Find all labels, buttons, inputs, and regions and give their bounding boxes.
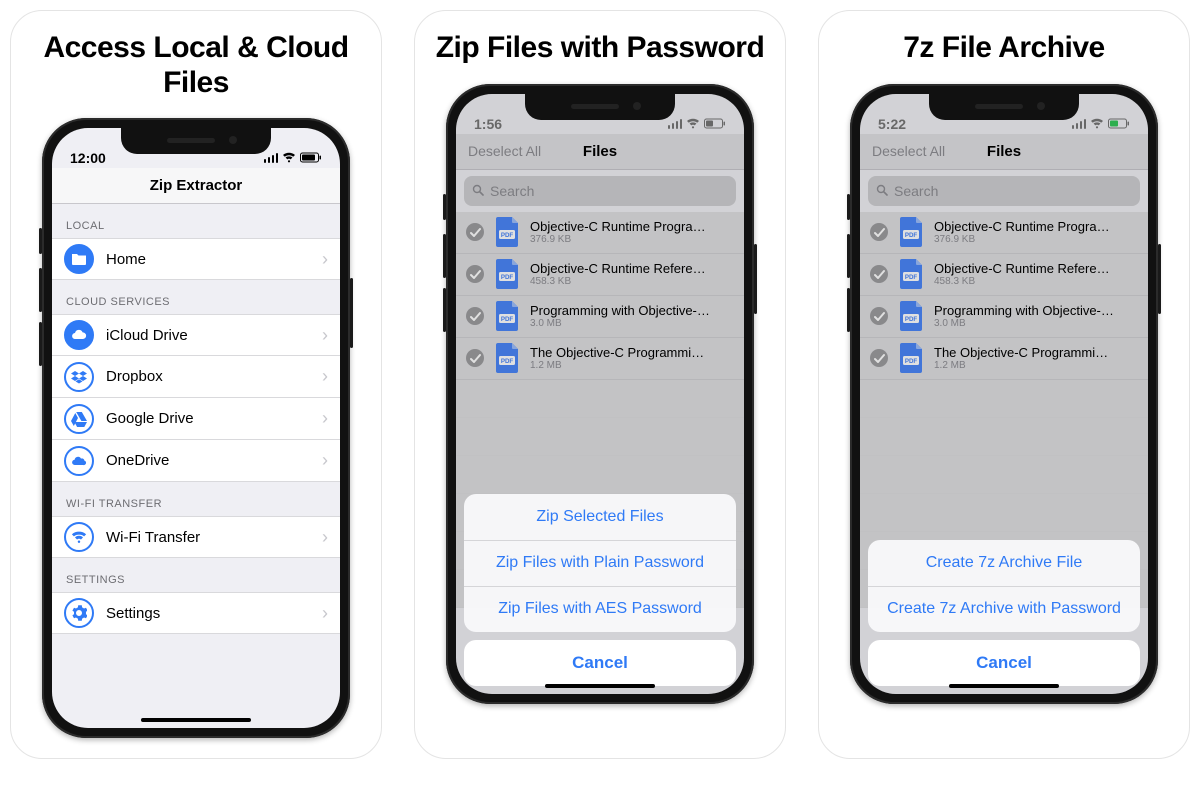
phone-frame: 1:56 Deselect All Files Search [446, 84, 754, 704]
action-sheet: Zip Selected Files Zip Files with Plain … [456, 486, 744, 694]
panel-zip-password: Zip Files with Password 1:56 Deselect Al… [414, 10, 786, 759]
row-label: iCloud Drive [106, 327, 310, 344]
battery-icon [300, 150, 322, 166]
zip-plain-password-button[interactable]: Zip Files with Plain Password [464, 540, 736, 586]
row-wifi-transfer[interactable]: Wi-Fi Transfer › [52, 516, 340, 558]
phone-screen: 5:22 Deselect All Files Search [860, 94, 1148, 694]
row-home[interactable]: Home › [52, 238, 340, 280]
notch [929, 94, 1079, 120]
signal-icon [264, 153, 279, 163]
action-sheet: Create 7z Archive File Create 7z Archive… [860, 532, 1148, 694]
dropbox-icon [64, 362, 94, 392]
nav-title: Zip Extractor [150, 177, 243, 194]
panel-local-cloud: Access Local & Cloud Files 12:00 Zip Ext… [10, 10, 382, 759]
create-7z-password-button[interactable]: Create 7z Archive with Password [868, 586, 1140, 632]
status-time: 12:00 [70, 150, 106, 166]
section-header-local: LOCAL [52, 204, 340, 238]
phone-screen: 1:56 Deselect All Files Search [456, 94, 744, 694]
panel-title: Zip Files with Password [436, 31, 765, 66]
section-header-cloud: CLOUD SERVICES [52, 280, 340, 314]
nav-bar: Zip Extractor [52, 168, 340, 204]
panel-title: 7z File Archive [903, 31, 1104, 66]
gear-icon [64, 598, 94, 628]
cancel-button[interactable]: Cancel [464, 640, 736, 686]
cancel-button[interactable]: Cancel [868, 640, 1140, 686]
home-indicator[interactable] [141, 718, 251, 722]
chevron-right-icon: › [322, 450, 328, 471]
gdrive-icon [64, 404, 94, 434]
section-header-settings: SETTINGS [52, 558, 340, 592]
chevron-right-icon: › [322, 408, 328, 429]
row-label: OneDrive [106, 452, 310, 469]
row-label: Google Drive [106, 410, 310, 427]
chevron-right-icon: › [322, 249, 328, 270]
row-dropbox[interactable]: Dropbox › [52, 356, 340, 398]
panel-title: Access Local & Cloud Files [25, 31, 367, 100]
phone-screen: 12:00 Zip Extractor LOCAL Home › CL [52, 128, 340, 728]
home-indicator[interactable] [949, 684, 1059, 688]
row-icloud[interactable]: iCloud Drive › [52, 314, 340, 356]
create-7z-button[interactable]: Create 7z Archive File [868, 540, 1140, 586]
notch [121, 128, 271, 154]
cloud-icon [64, 320, 94, 350]
row-label: Dropbox [106, 368, 310, 385]
row-gdrive[interactable]: Google Drive › [52, 398, 340, 440]
wifi-transfer-icon [64, 522, 94, 552]
row-label: Wi-Fi Transfer [106, 529, 310, 546]
wifi-icon [282, 150, 296, 166]
chevron-right-icon: › [322, 366, 328, 387]
onedrive-icon [64, 446, 94, 476]
home-indicator[interactable] [545, 684, 655, 688]
zip-selected-button[interactable]: Zip Selected Files [464, 494, 736, 540]
phone-frame: 12:00 Zip Extractor LOCAL Home › CL [42, 118, 350, 738]
folder-icon [64, 244, 94, 274]
row-onedrive[interactable]: OneDrive › [52, 440, 340, 482]
zip-aes-password-button[interactable]: Zip Files with AES Password [464, 586, 736, 632]
phone-frame: 5:22 Deselect All Files Search [850, 84, 1158, 704]
notch [525, 94, 675, 120]
row-label: Home [106, 251, 310, 268]
chevron-right-icon: › [322, 603, 328, 624]
row-label: Settings [106, 605, 310, 622]
row-settings[interactable]: Settings › [52, 592, 340, 634]
panel-7z-archive: 7z File Archive 5:22 Deselect All Files [818, 10, 1190, 759]
chevron-right-icon: › [322, 325, 328, 346]
chevron-right-icon: › [322, 527, 328, 548]
section-header-wifi: WI-FI TRANSFER [52, 482, 340, 516]
